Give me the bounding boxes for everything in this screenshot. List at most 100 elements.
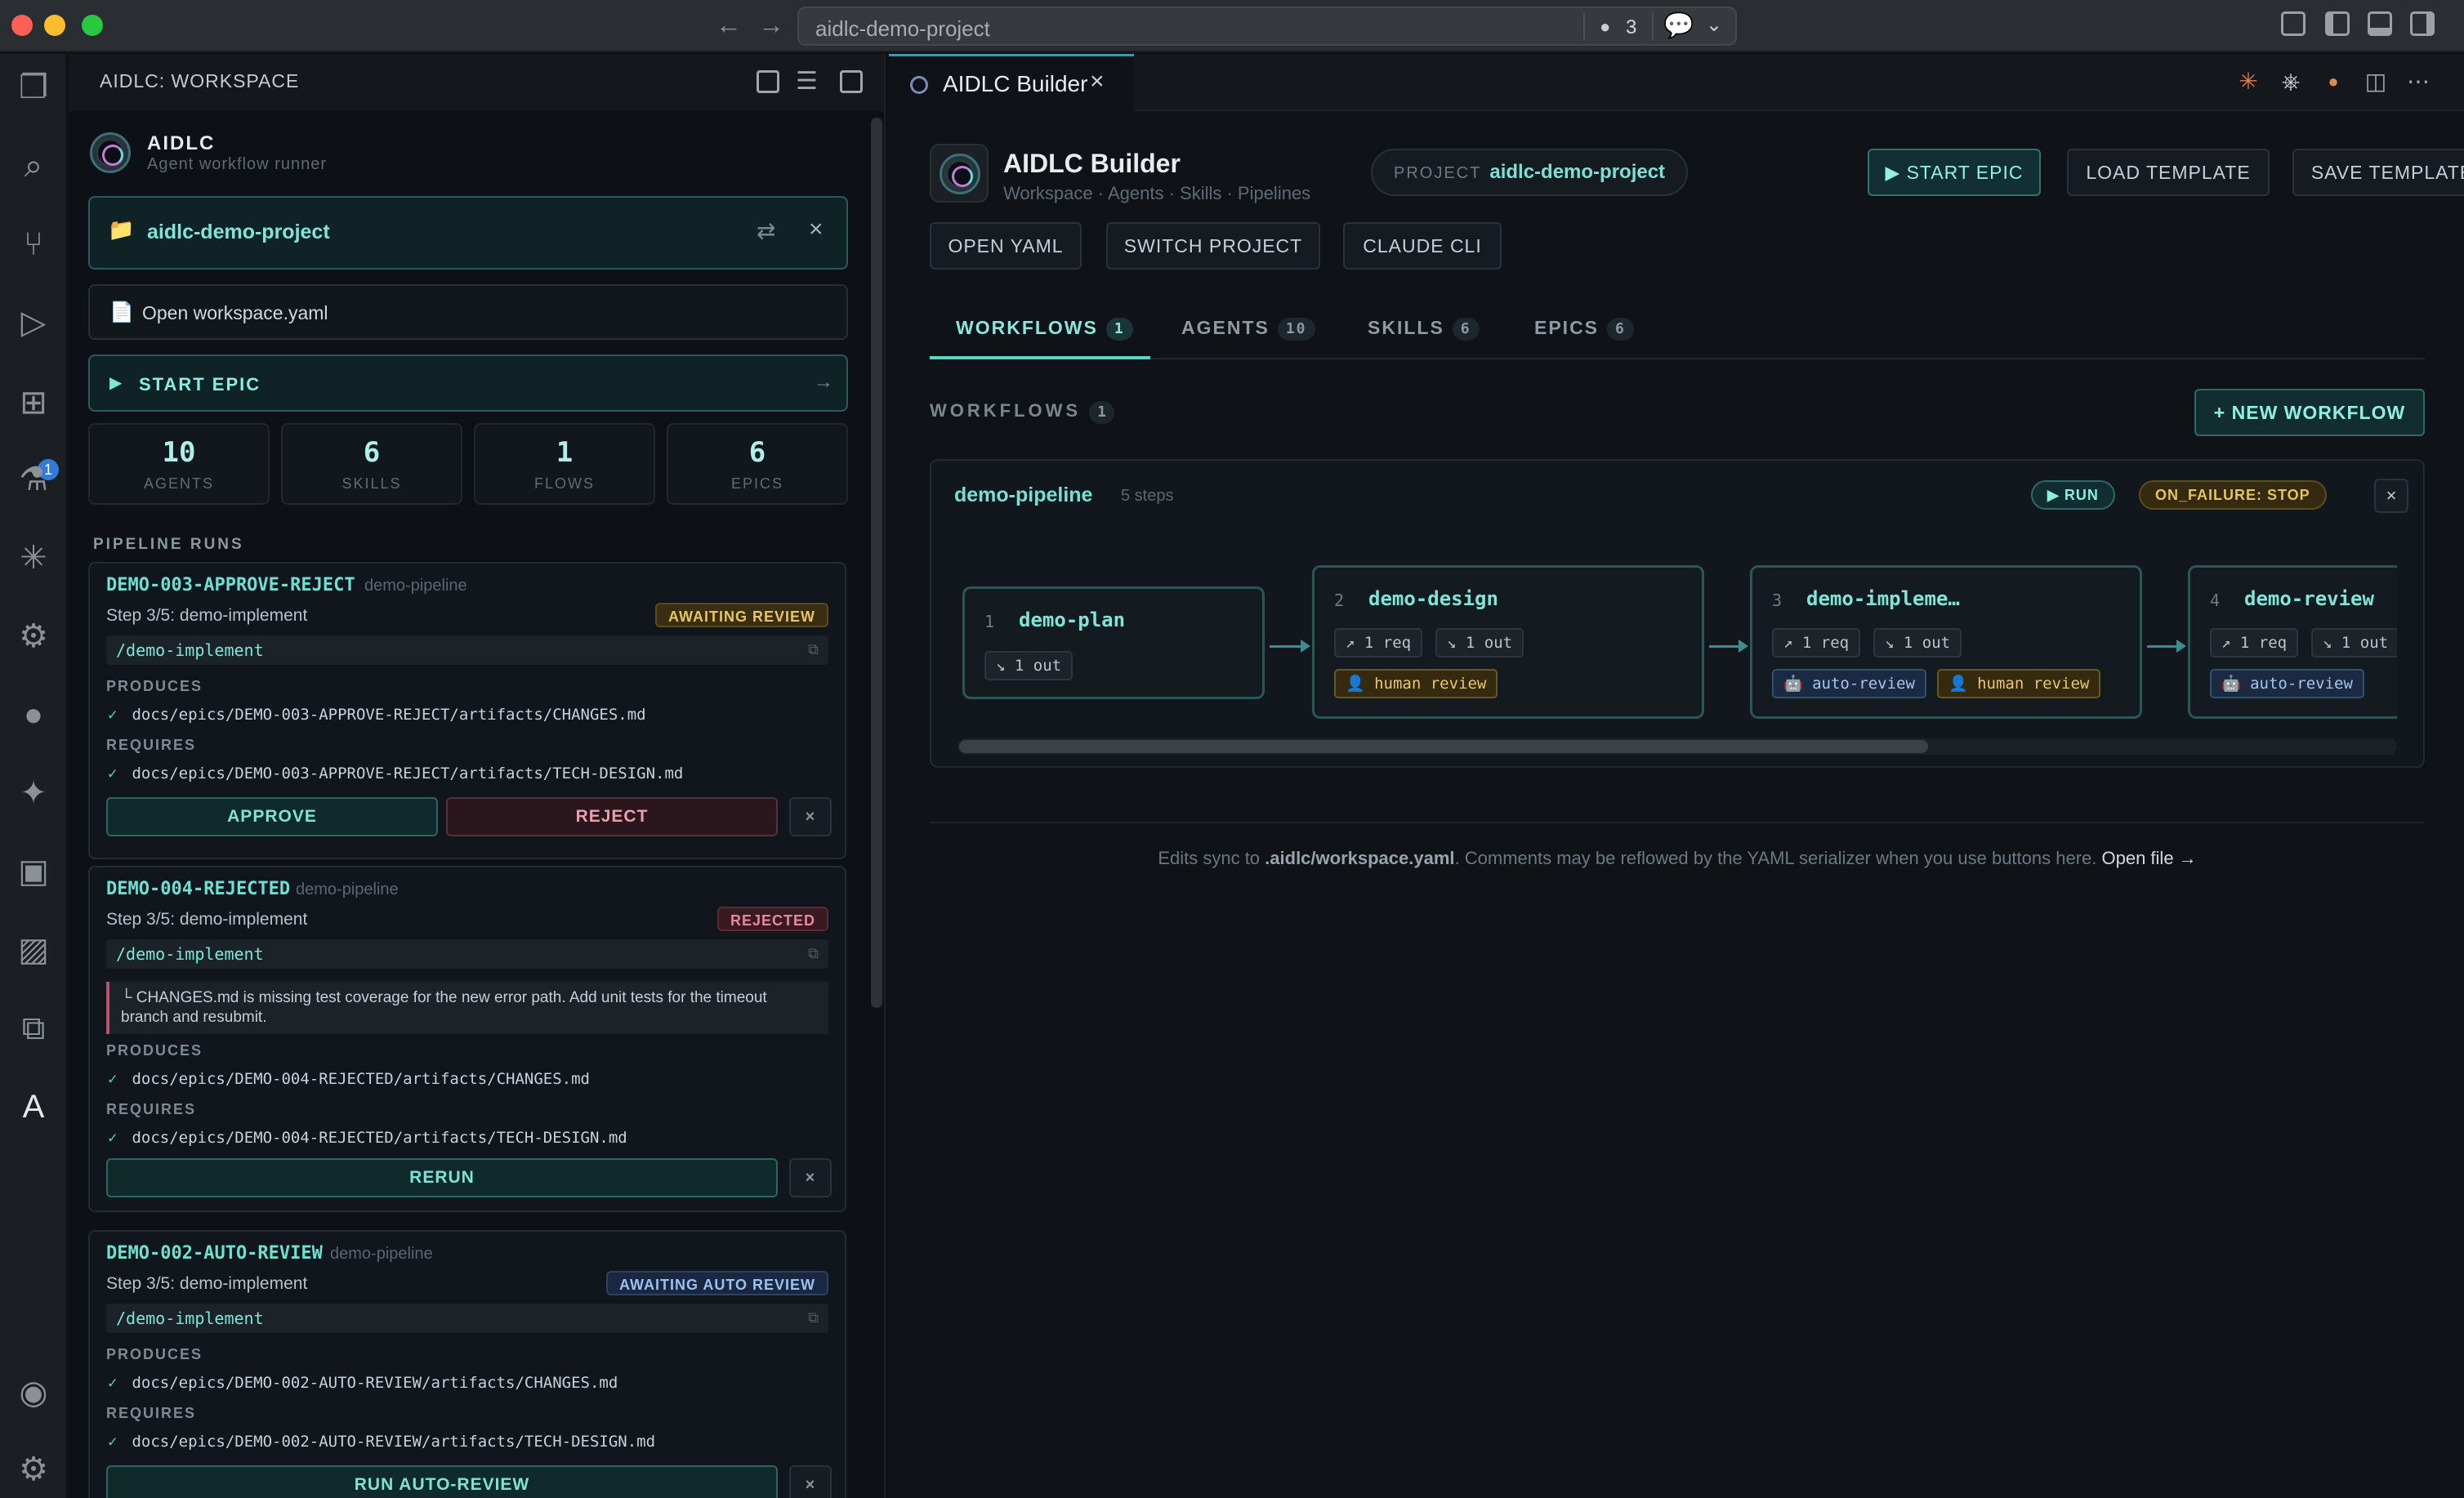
copy-icon[interactable]: ⧉ bbox=[808, 1304, 819, 1333]
run-title[interactable]: DEMO-002-AUTO-REVIEW bbox=[106, 1243, 323, 1264]
extensions-icon[interactable]: ⊞ bbox=[11, 381, 56, 425]
approve-button[interactable]: APPROVE bbox=[106, 797, 438, 836]
search-icon[interactable]: ⌕ bbox=[11, 144, 56, 188]
project-card[interactable]: 📁 aidlc-demo-project ⇄ × bbox=[88, 196, 848, 270]
stat-value: 1 bbox=[556, 436, 574, 469]
terminal-icon[interactable] bbox=[840, 70, 863, 93]
builder-tabs: WORKFLOWS 1 AGENTS 10 SKILLS 6 EPICS 6 bbox=[930, 302, 2425, 359]
command-center[interactable]: aidlc-demo-project ● 3 💬 ⌄ bbox=[797, 7, 1737, 46]
source-control-icon[interactable]: ⑂ bbox=[11, 222, 56, 266]
on-failure-toggle[interactable]: ON_FAILURE: STOP bbox=[2139, 480, 2327, 510]
pipeline-name[interactable]: demo-pipeline bbox=[954, 484, 1092, 507]
workspace-panel: AIDLC: WORKSPACE ☰ AIDLC Agent workflow … bbox=[69, 54, 886, 1498]
stat-skills[interactable]: 6 SKILLS bbox=[281, 423, 462, 505]
tab-epics[interactable]: EPICS 6 bbox=[1534, 317, 1634, 341]
close-project-icon[interactable]: × bbox=[809, 216, 824, 243]
divider bbox=[930, 822, 2425, 823]
start-epic-button[interactable]: ▶ START EPIC bbox=[1868, 149, 2041, 196]
toggle-secondary-sidebar-icon[interactable] bbox=[2410, 11, 2435, 36]
produces-file: ✓ docs/epics/DEMO-003-APPROVE-REJECT/arti… bbox=[106, 706, 646, 724]
toggle-panel-icon[interactable] bbox=[2368, 11, 2392, 36]
chat-bubble-icon[interactable]: ● bbox=[11, 693, 56, 737]
check-icon: ✓ bbox=[108, 706, 118, 724]
pipeline-node[interactable]: 1 demo-plan ↘ 1 out bbox=[962, 586, 1265, 699]
tab-count: 6 bbox=[1607, 317, 1634, 341]
diagram-icon[interactable]: ⧉ bbox=[11, 1006, 56, 1050]
toggle-primary-sidebar-icon[interactable] bbox=[2325, 11, 2350, 36]
chevron-down-icon[interactable]: ⌄ bbox=[1706, 13, 1722, 37]
pipeline-node[interactable]: 3 demo-impleme… ↗ 1 req ↘ 1 out 🤖 auto-r… bbox=[1750, 565, 2142, 719]
checklist-icon[interactable]: ☰ bbox=[796, 67, 818, 96]
open-workspace-button[interactable]: 📄 Open workspace.yaml bbox=[88, 284, 848, 340]
open-file-link[interactable]: Open file → bbox=[2102, 848, 2197, 868]
save-template-button[interactable]: SAVE TEMPLATE bbox=[2292, 149, 2464, 196]
run-pipeline-button[interactable]: ▶ RUN bbox=[2031, 480, 2115, 510]
tab-aidlc-builder[interactable]: AIDLC Builder × bbox=[889, 54, 1134, 111]
copy-icon[interactable]: ⧉ bbox=[808, 939, 819, 969]
file-path: docs/epics/DEMO-003-APPROVE-REJECT/artif… bbox=[132, 706, 646, 724]
panel-scrollbar[interactable] bbox=[871, 118, 882, 1008]
dismiss-button[interactable]: × bbox=[789, 797, 832, 836]
run-debug-icon[interactable]: ▷ bbox=[11, 301, 56, 345]
new-workflow-button[interactable]: + NEW WORKFLOW bbox=[2194, 389, 2425, 436]
check-icon: ✓ bbox=[108, 1433, 118, 1451]
package-icon[interactable]: ▣ bbox=[11, 849, 56, 894]
run-title[interactable]: DEMO-003-APPROVE-REJECT bbox=[106, 575, 355, 595]
copy-icon[interactable]: ⧉ bbox=[808, 635, 819, 665]
tab-agents[interactable]: AGENTS 10 bbox=[1181, 317, 1315, 341]
tab-skills[interactable]: SKILLS 6 bbox=[1368, 317, 1480, 341]
layout-icon[interactable] bbox=[757, 70, 779, 93]
pipeline-node[interactable]: 4 demo-review ↗ 1 req ↘ 1 out 🤖 auto-rev… bbox=[2188, 565, 2423, 719]
stat-epics[interactable]: 6 EPICS bbox=[667, 423, 848, 505]
requires-file: ✓ docs/epics/DEMO-002-AUTO-REVIEW/artifac… bbox=[106, 1433, 655, 1451]
forward-arrow-icon[interactable]: → bbox=[758, 10, 801, 39]
layout-customize-icon[interactable] bbox=[2281, 11, 2306, 36]
split-editor-icon[interactable]: ◫ bbox=[2363, 69, 2389, 95]
account-icon[interactable]: ◉ bbox=[11, 1371, 56, 1415]
dismiss-button[interactable]: × bbox=[789, 1158, 832, 1197]
minimize-window-button[interactable] bbox=[44, 15, 65, 36]
switch-project-button[interactable]: SWITCH PROJECT bbox=[1106, 222, 1320, 270]
copilot-icon[interactable]: ✦ bbox=[11, 771, 56, 815]
back-arrow-icon[interactable]: ← bbox=[716, 10, 758, 39]
file-path: docs/epics/DEMO-004-REJECTED/artifacts/C… bbox=[132, 1070, 590, 1088]
tab-workflows[interactable]: WORKFLOWS 1 bbox=[956, 317, 1133, 341]
run-step: Step 3/5: demo-implement bbox=[106, 910, 308, 929]
auto-review-tag: 🤖 auto-review bbox=[2210, 669, 2364, 698]
tab-label: EPICS bbox=[1534, 317, 1600, 338]
openai-icon[interactable]: ⎈ bbox=[2278, 69, 2304, 95]
stat-agents[interactable]: 10 AGENTS bbox=[88, 423, 270, 505]
scrollbar-thumb[interactable] bbox=[959, 740, 1928, 753]
reject-button[interactable]: REJECT bbox=[446, 797, 778, 836]
produces-file: ✓ docs/epics/DEMO-004-REJECTED/artifacts/… bbox=[106, 1070, 590, 1088]
load-template-button[interactable]: LOAD TEMPLATE bbox=[2067, 149, 2270, 196]
requires-file: ✓ docs/epics/DEMO-003-APPROVE-REJECT/arti… bbox=[106, 765, 683, 782]
spark-icon[interactable]: ✳ bbox=[11, 536, 56, 580]
remote-icon[interactable]: ⚙ bbox=[11, 614, 56, 658]
manage-gear-icon[interactable]: ⚙ bbox=[11, 1447, 56, 1491]
delete-pipeline-button[interactable]: × bbox=[2374, 479, 2408, 513]
auto-review-tag: 🤖 auto-review bbox=[1772, 669, 1926, 698]
start-epic-button[interactable]: ▶ START EPIC → bbox=[88, 354, 848, 412]
claude-cli-button[interactable]: CLAUDE CLI bbox=[1343, 222, 1502, 270]
open-yaml-button[interactable]: OPEN YAML bbox=[930, 222, 1082, 270]
pipeline-node[interactable]: 2 demo-design ↗ 1 req ↘ 1 out 👤 human re… bbox=[1312, 565, 1704, 719]
chat-icon[interactable]: 💬 bbox=[1663, 11, 1694, 40]
dismiss-button[interactable]: × bbox=[789, 1465, 832, 1498]
aidlc-icon[interactable]: A bbox=[11, 1085, 56, 1129]
zoom-window-button[interactable] bbox=[82, 15, 103, 36]
switch-project-icon[interactable]: ⇄ bbox=[757, 217, 775, 244]
stat-flows[interactable]: 1 FLOWS bbox=[474, 423, 655, 505]
close-window-button[interactable] bbox=[11, 15, 33, 36]
pipeline-scrollbar[interactable] bbox=[957, 738, 2397, 755]
cc-icon[interactable]: ● bbox=[2320, 69, 2346, 95]
close-tab-icon[interactable]: × bbox=[1090, 68, 1105, 96]
rerun-button[interactable]: RERUN bbox=[106, 1158, 778, 1197]
run-title[interactable]: DEMO-004-REJECTED bbox=[106, 879, 290, 899]
testing-icon[interactable]: ⚗ bbox=[11, 457, 56, 502]
claude-icon[interactable]: ✳ bbox=[2235, 69, 2261, 95]
more-actions-icon[interactable]: ⋯ bbox=[2405, 69, 2431, 95]
explorer-icon[interactable]: ❐ bbox=[11, 65, 56, 109]
run-auto-review-button[interactable]: RUN AUTO-REVIEW bbox=[106, 1465, 778, 1498]
gallery-icon[interactable]: ▨ bbox=[11, 928, 56, 972]
